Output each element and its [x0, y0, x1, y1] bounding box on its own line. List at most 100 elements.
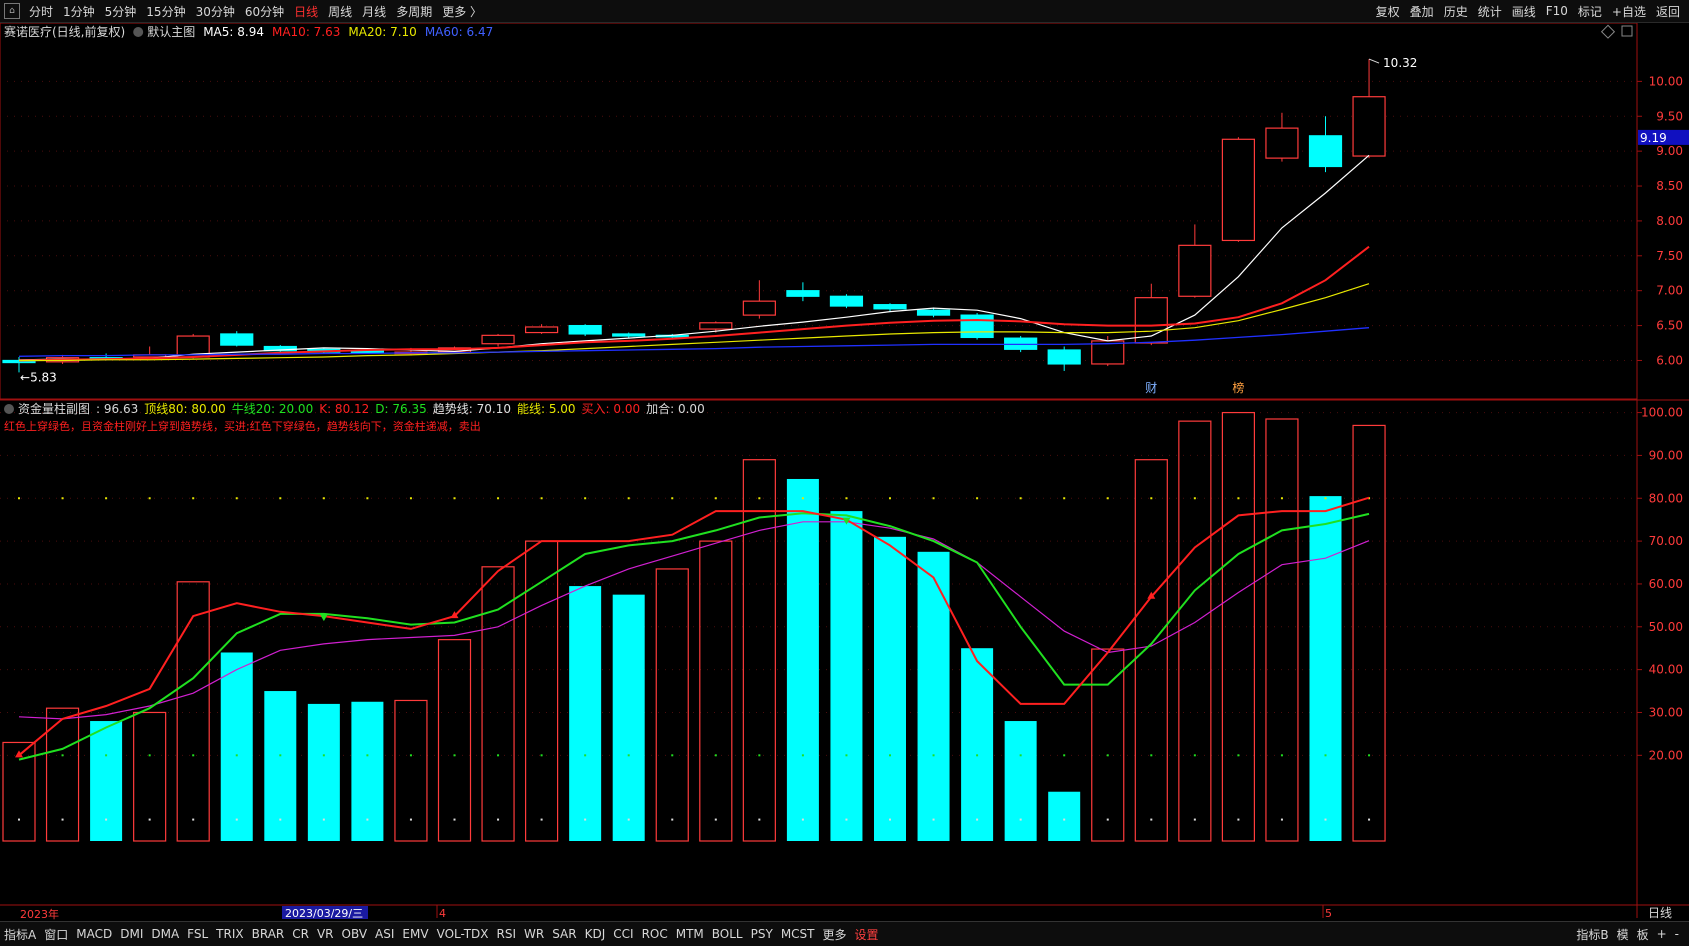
bottom-right-control-1[interactable]: 模: [1613, 926, 1633, 943]
fund-bar-30[interactable]: [1309, 496, 1342, 841]
indicator-tab-21[interactable]: BOLL: [708, 927, 747, 941]
indicator-tab-2[interactable]: MACD: [72, 927, 116, 941]
indicator-tab-17[interactable]: KDJ: [581, 927, 610, 941]
tool-button-5[interactable]: F10: [1541, 4, 1573, 18]
candle-body-14[interactable]: [612, 333, 646, 337]
indicator-tab-19[interactable]: ROC: [638, 927, 672, 941]
indicator-tab-5[interactable]: FSL: [183, 927, 212, 941]
fund-bar-13[interactable]: [569, 586, 602, 841]
fund-bar-21[interactable]: [917, 551, 950, 841]
period-tab-2[interactable]: 5分钟: [100, 3, 142, 20]
period-tab-10[interactable]: 更多 〉: [437, 3, 487, 20]
candle-body-17[interactable]: [742, 300, 776, 316]
indicator-tab-11[interactable]: ASI: [371, 927, 398, 941]
indicator-tab-22[interactable]: PSY: [747, 927, 777, 941]
fund-bar-24[interactable]: [1048, 791, 1081, 841]
period-tab-7[interactable]: 周线: [323, 3, 357, 20]
bottom-right-control-2[interactable]: 板: [1633, 926, 1653, 943]
fund-bar-29[interactable]: [1265, 418, 1299, 842]
fund-bar-22[interactable]: [961, 648, 994, 841]
fund-bar-6[interactable]: [264, 691, 297, 841]
tool-button-6[interactable]: 标记: [1573, 3, 1607, 20]
fund-bar-11[interactable]: [481, 566, 515, 842]
indicator-tab-0[interactable]: 指标A: [0, 926, 40, 943]
period-tab-9[interactable]: 多周期: [391, 3, 437, 20]
candle-body-13[interactable]: [568, 324, 602, 335]
indicator-tab-12[interactable]: EMV: [398, 927, 432, 941]
bottom-right-control-4[interactable]: -: [1671, 927, 1683, 941]
period-tab-1[interactable]: 1分钟: [58, 3, 100, 20]
indicator-tab-7[interactable]: BRAR: [248, 927, 289, 941]
tool-button-3[interactable]: 统计: [1473, 3, 1507, 20]
indicator-tab-8[interactable]: CR: [288, 927, 313, 941]
candle-body-28[interactable]: [1221, 138, 1256, 242]
tool-button-8[interactable]: 返回: [1651, 3, 1685, 20]
stock-chart-area[interactable]: 6.00 6.50 7.00 7.50 8.00 8.50 9.00 9.50 10.00 20.…: [0, 23, 1689, 921]
indicator-tab-4[interactable]: DMA: [147, 927, 183, 941]
indicator-tab-24[interactable]: 更多: [819, 926, 851, 943]
tool-button-1[interactable]: 叠加: [1405, 3, 1439, 20]
candle-body-11[interactable]: [481, 334, 515, 345]
period-tab-3[interactable]: 15分钟: [141, 3, 190, 20]
tool-button-0[interactable]: 复权: [1371, 3, 1405, 20]
indicator-tab-6[interactable]: TRIX: [212, 927, 247, 941]
candle-body-18[interactable]: [786, 290, 820, 297]
indicator-tab-23[interactable]: MCST: [777, 927, 819, 941]
tool-button-4[interactable]: 画线: [1507, 3, 1541, 20]
home-icon[interactable]: ⌂: [4, 3, 20, 19]
fund-bar-2[interactable]: [90, 721, 123, 841]
indicator-tab-3[interactable]: DMI: [116, 927, 147, 941]
fund-bar-31[interactable]: [1352, 424, 1386, 842]
candle-body-23[interactable]: [1004, 337, 1038, 350]
bottom-right-control-3[interactable]: +: [1653, 927, 1671, 941]
candle-body-20[interactable]: [873, 304, 907, 310]
fund-bar-15[interactable]: [655, 568, 689, 842]
fund-bar-25[interactable]: [1091, 648, 1125, 842]
indicator-tab-9[interactable]: VR: [313, 927, 338, 941]
period-tab-0[interactable]: 分时: [24, 3, 58, 20]
tool-button-2[interactable]: 历史: [1439, 3, 1473, 20]
fund-bar-19[interactable]: [830, 511, 863, 841]
fund-bar-3[interactable]: [133, 711, 167, 842]
fund-bar-16[interactable]: [699, 540, 733, 842]
candle-body-24[interactable]: [1047, 349, 1081, 365]
period-tab-8[interactable]: 月线: [357, 3, 391, 20]
window-icon[interactable]: [1621, 25, 1633, 37]
fund-bar-12[interactable]: [524, 540, 559, 842]
candle-body-12[interactable]: [524, 326, 559, 334]
indicator-tab-14[interactable]: RSI: [493, 927, 521, 941]
candle-body-22[interactable]: [960, 314, 994, 339]
fund-bar-10[interactable]: [437, 639, 472, 842]
fund-bar-4[interactable]: [176, 581, 210, 842]
fund-bar-27[interactable]: [1178, 420, 1212, 842]
tool-button-7[interactable]: +自选: [1607, 3, 1651, 20]
indicator-tab-18[interactable]: CCI: [609, 927, 637, 941]
indicator-tab-25[interactable]: 设置: [851, 926, 883, 943]
fund-bar-14[interactable]: [612, 594, 645, 841]
period-tab-6[interactable]: 日线: [289, 3, 323, 20]
fund-bar-18[interactable]: [786, 478, 819, 841]
bottom-right-control-0[interactable]: 指标B: [1572, 926, 1612, 943]
candle-body-27[interactable]: [1178, 244, 1212, 297]
fund-bar-5[interactable]: [220, 652, 253, 841]
sub-collapse-icon[interactable]: [4, 404, 14, 414]
indicator-tab-16[interactable]: SAR: [548, 927, 580, 941]
fund-bar-26[interactable]: [1134, 459, 1168, 842]
candle-body-21[interactable]: [916, 309, 951, 316]
candle-body-31[interactable]: [1352, 96, 1386, 157]
indicator-tab-13[interactable]: VOL-TDX: [433, 927, 493, 941]
candle-body-16[interactable]: [699, 322, 733, 330]
fund-bar-20[interactable]: [874, 536, 906, 841]
candle-body-30[interactable]: [1308, 135, 1343, 168]
fund-bar-23[interactable]: [1004, 721, 1037, 841]
indicator-tab-10[interactable]: OBV: [338, 927, 372, 941]
diamond-icon[interactable]: [1600, 24, 1616, 39]
candle-body-5[interactable]: [220, 333, 254, 346]
candle-body-29[interactable]: [1265, 127, 1299, 159]
indicator-tab-1[interactable]: 窗口: [40, 926, 72, 943]
collapse-icon[interactable]: [133, 27, 144, 37]
period-tab-5[interactable]: 60分钟: [240, 3, 289, 20]
indicator-tab-20[interactable]: MTM: [672, 927, 708, 941]
candle-body-19[interactable]: [829, 295, 864, 307]
period-tab-4[interactable]: 30分钟: [191, 3, 240, 20]
